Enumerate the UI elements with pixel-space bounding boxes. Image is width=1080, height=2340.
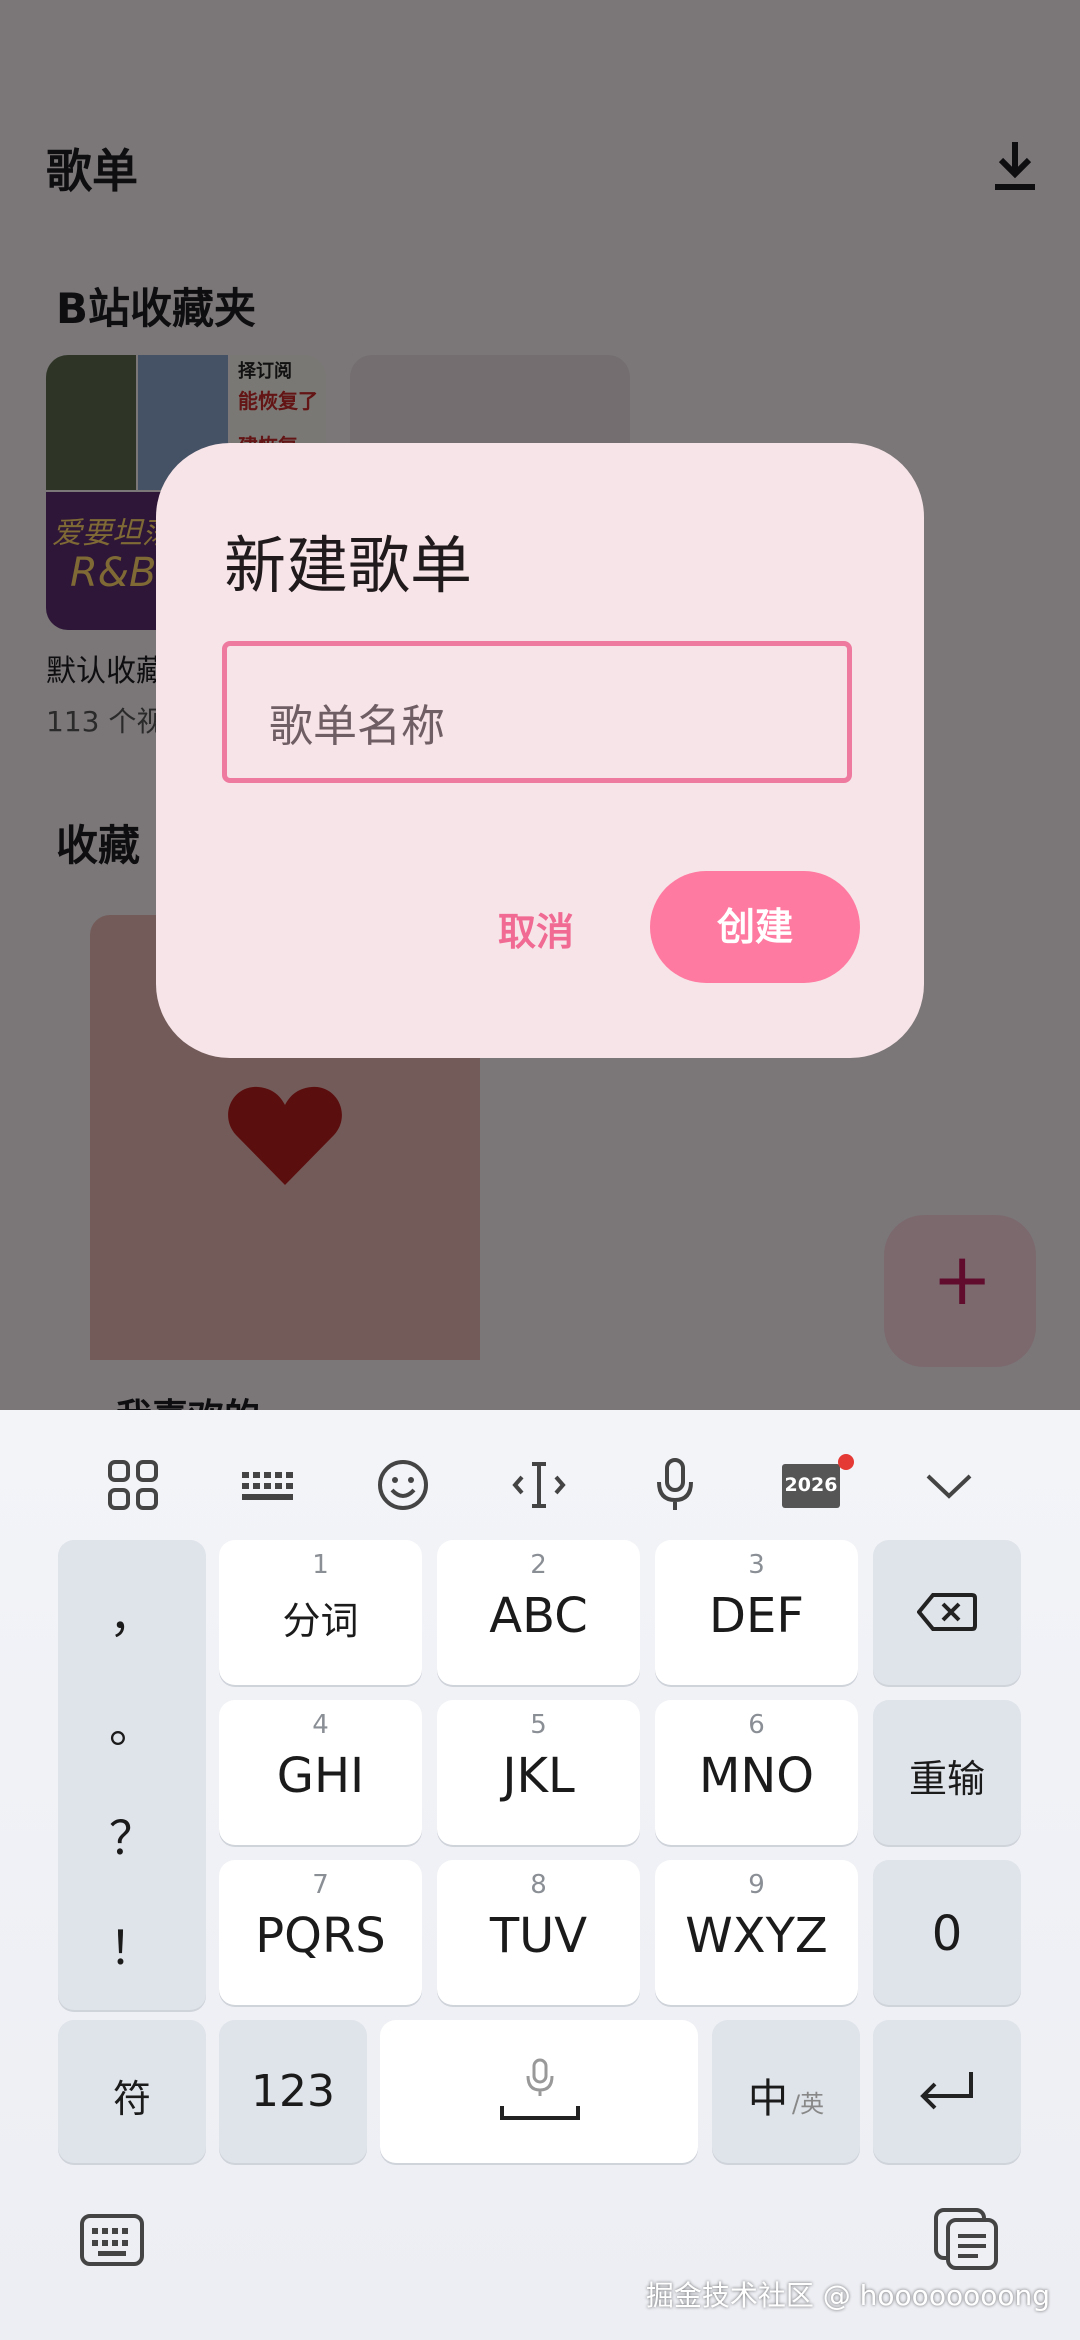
key-8[interactable]: 8 TUV bbox=[437, 1860, 640, 2005]
key-label: PQRS bbox=[255, 1908, 386, 1964]
grid-icon[interactable] bbox=[98, 1450, 168, 1520]
emoji-icon[interactable] bbox=[368, 1450, 438, 1520]
key-label: WXYZ bbox=[685, 1908, 828, 1964]
soft-keyboard: 2026 ， 。 ？ ！ 1 分词 2 ABC 3 DEF 4 GHI 5 JKL 6 MN… bbox=[0, 1410, 1080, 2340]
key-number: 6 bbox=[748, 1710, 765, 1740]
key-label: JKL bbox=[502, 1748, 575, 1804]
cursor-icon[interactable] bbox=[504, 1450, 574, 1520]
lang-alt-label: /英 bbox=[792, 2090, 825, 2118]
key-number: 2 bbox=[530, 1550, 547, 1580]
symbols-key[interactable]: 符 bbox=[58, 2020, 206, 2163]
key-4[interactable]: 4 GHI bbox=[219, 1700, 422, 1845]
key-number: 7 bbox=[312, 1870, 329, 1900]
watermark: 掘金技术社区 @ hoooooooong bbox=[645, 2279, 1050, 2312]
key-number: 5 bbox=[530, 1710, 547, 1740]
key-label: 符 bbox=[112, 2077, 151, 2121]
lang-main-label: 中 bbox=[748, 2076, 788, 2122]
key-7[interactable]: 7 PQRS bbox=[219, 1860, 422, 2005]
key-3[interactable]: 3 DEF bbox=[655, 1540, 858, 1685]
key-5[interactable]: 5 JKL bbox=[437, 1700, 640, 1845]
key-number: 8 bbox=[530, 1870, 547, 1900]
key-9[interactable]: 9 WXYZ bbox=[655, 1860, 858, 2005]
numbers-key[interactable]: 123 bbox=[219, 2020, 367, 2163]
notification-dot bbox=[838, 1454, 854, 1470]
enter-icon bbox=[920, 2072, 973, 2110]
backspace-icon bbox=[917, 1593, 977, 1631]
new-playlist-dialog: 新建歌单 歌单名称 取消 创建 bbox=[156, 443, 924, 1058]
exclaim-key[interactable]: ！ bbox=[58, 1912, 206, 1978]
period-key[interactable]: 。 bbox=[58, 1690, 206, 1756]
key-number: 4 bbox=[312, 1710, 329, 1740]
key-label: DEF bbox=[709, 1588, 804, 1644]
key-label: GHI bbox=[276, 1748, 365, 1804]
key-1[interactable]: 1 分词 bbox=[219, 1540, 422, 1685]
punctuation-column[interactable]: ， 。 ？ ！ bbox=[58, 1540, 206, 2010]
create-button[interactable]: 创建 bbox=[650, 871, 860, 983]
dialog-title: 新建歌单 bbox=[224, 529, 473, 602]
key-label: 123 bbox=[251, 2066, 335, 2117]
keyboard-switch-icon[interactable] bbox=[78, 2210, 146, 2270]
year-badge-text: 2026 bbox=[784, 1474, 838, 1496]
mic-icon[interactable] bbox=[640, 1450, 710, 1520]
keyboard-layout-icon[interactable] bbox=[232, 1450, 302, 1520]
playlist-name-input[interactable]: 歌单名称 bbox=[222, 641, 852, 783]
space-mic-icon bbox=[500, 2058, 580, 2120]
backspace-key[interactable] bbox=[873, 1540, 1021, 1685]
key-number: 1 bbox=[312, 1550, 329, 1580]
question-key[interactable]: ？ bbox=[58, 1802, 206, 1868]
key-label: TUV bbox=[489, 1908, 588, 1964]
key-label: 0 bbox=[931, 1906, 963, 1962]
cancel-button[interactable]: 取消 bbox=[466, 897, 606, 967]
zero-key[interactable]: 0 bbox=[873, 1860, 1021, 2005]
clipboard-icon[interactable] bbox=[932, 2206, 1002, 2272]
key-6[interactable]: 6 MNO bbox=[655, 1700, 858, 1845]
key-2[interactable]: 2 ABC bbox=[437, 1540, 640, 1685]
enter-key[interactable] bbox=[873, 2020, 1021, 2163]
key-label: 分词 bbox=[282, 1599, 359, 1643]
key-label: MNO bbox=[698, 1748, 815, 1804]
collapse-chevron-icon[interactable] bbox=[914, 1450, 984, 1520]
language-toggle-key[interactable]: 中 /英 bbox=[712, 2020, 860, 2163]
key-number: 9 bbox=[748, 1870, 765, 1900]
space-key[interactable] bbox=[380, 2020, 698, 2163]
key-label: 重输 bbox=[908, 1757, 985, 1801]
key-label: ABC bbox=[489, 1588, 588, 1644]
key-number: 3 bbox=[748, 1550, 765, 1580]
year-2026-icon[interactable]: 2026 bbox=[776, 1450, 854, 1520]
input-placeholder: 歌单名称 bbox=[269, 701, 445, 752]
comma-key[interactable]: ， bbox=[58, 1580, 206, 1646]
reinput-key[interactable]: 重输 bbox=[873, 1700, 1021, 1845]
